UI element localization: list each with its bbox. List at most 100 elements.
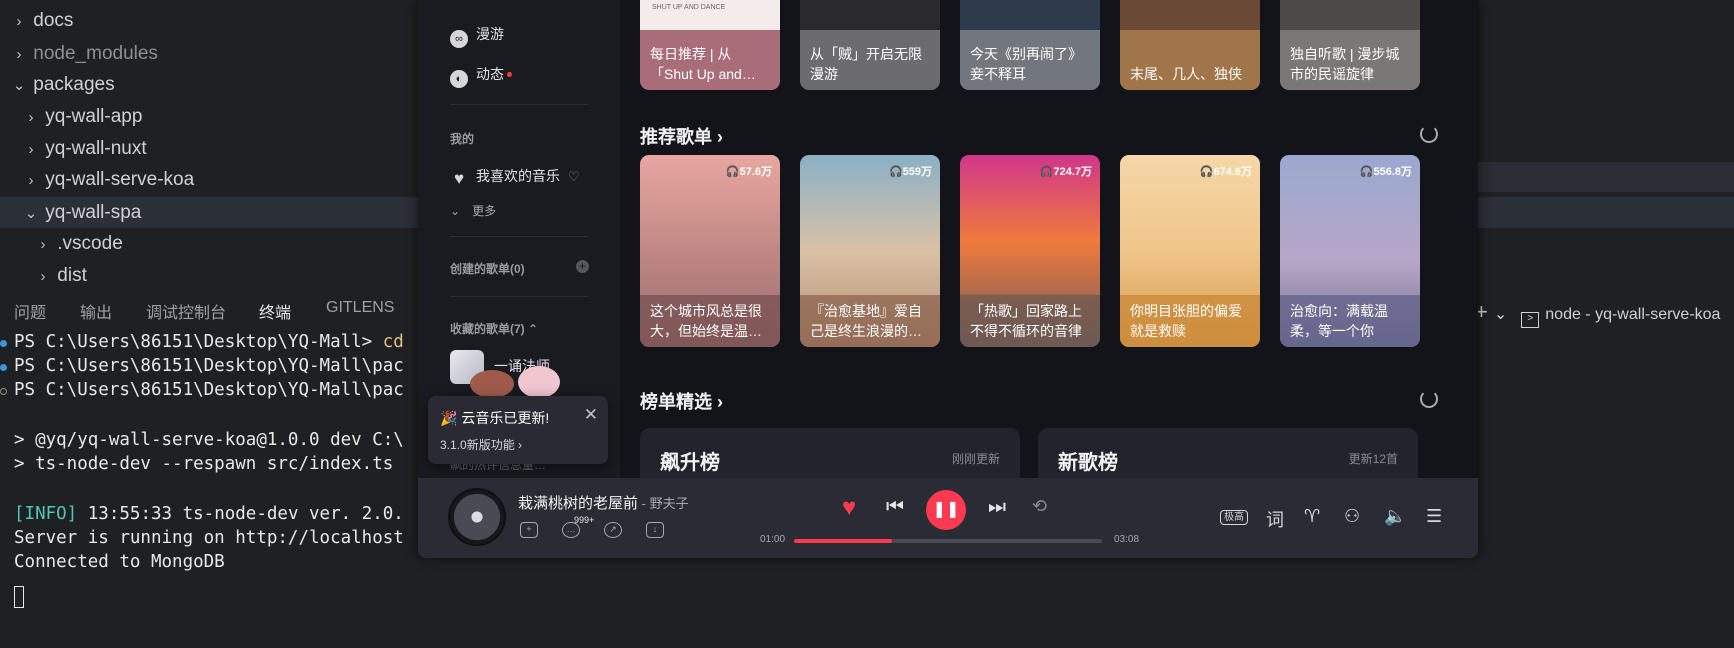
refresh-icon[interactable] bbox=[1420, 125, 1438, 143]
chevron-right-icon: › bbox=[40, 268, 46, 285]
play-count-value: 559万 bbox=[902, 166, 932, 178]
rank-status: 刚刚更新 bbox=[951, 452, 1000, 466]
sidebar-item-label: 漫游 bbox=[476, 26, 504, 42]
chevron-right-icon: › bbox=[28, 109, 34, 126]
rank-title: 飙升榜 bbox=[660, 452, 720, 474]
play-count-value: 724.7万 bbox=[1053, 166, 1092, 178]
divider bbox=[450, 296, 588, 297]
terminal-text: PS C:\Users\86151\Desktop\YQ-Mall> bbox=[14, 332, 383, 352]
tree-item-label: yq-wall-nuxt bbox=[45, 138, 147, 159]
card-caption: 这个城市风总是很大，但始终是温… bbox=[640, 295, 780, 347]
play-count-value: 57.6万 bbox=[739, 166, 772, 178]
quality-badge[interactable]: 极高 bbox=[1220, 510, 1248, 525]
chevron-up-icon: ⌃ bbox=[528, 322, 539, 336]
chevron-down-icon[interactable]: ⌄ bbox=[1494, 306, 1507, 323]
sidebar-item-liked[interactable]: ♥ 我喜欢的音乐 ♡ bbox=[450, 166, 580, 188]
toast-link[interactable]: 3.1.0新版功能 › bbox=[440, 436, 522, 453]
lyrics-button[interactable]: 词 bbox=[1266, 506, 1284, 532]
album-cover[interactable] bbox=[448, 488, 506, 546]
refresh-icon[interactable] bbox=[1420, 390, 1438, 408]
recommend-card[interactable]: 从「贼」开启无限漫游 bbox=[800, 0, 940, 90]
recommend-card[interactable]: SHUT UP AND DANCE 每日推荐 | 从「Shut Up and… bbox=[640, 0, 780, 90]
sidebar-item-roam[interactable]: ∞ 漫游 bbox=[450, 24, 504, 48]
section-title-recommend[interactable]: 推荐歌单 › bbox=[640, 123, 723, 149]
card-caption: 今天《别再闹了》妾不释耳 bbox=[970, 46, 1082, 82]
pause-button[interactable]: ❚❚ bbox=[926, 490, 966, 530]
share-icon[interactable]: ↗ bbox=[604, 522, 622, 538]
listen-together-icon[interactable]: ⚇ bbox=[1344, 506, 1360, 527]
card-caption: 『治愈基地』爱自己是终生浪漫的… bbox=[800, 295, 940, 347]
play-count: 🎧674.6万 bbox=[1199, 166, 1252, 178]
terminal-line: Connected to MongoDB bbox=[14, 552, 225, 572]
sidebar-item-moments[interactable]: ◐ 动态 bbox=[450, 64, 512, 88]
next-icon[interactable]: ⏭ bbox=[988, 496, 1006, 519]
rank-title: 新歌榜 bbox=[1058, 452, 1118, 474]
terminal-name[interactable]: node - yq-wall-serve-koa bbox=[1545, 306, 1720, 323]
playlist-card[interactable]: 🎧724.7万 「热歌」回家路上不得不循环的音律 bbox=[960, 155, 1100, 347]
playlist-queue-icon[interactable]: ☰ bbox=[1426, 506, 1442, 527]
sidebar-more[interactable]: ⌄ 更多 bbox=[450, 202, 496, 219]
like-heart-icon[interactable]: ♥ bbox=[842, 494, 856, 522]
divider bbox=[450, 104, 588, 105]
play-count: 🎧724.7万 bbox=[1039, 166, 1092, 178]
card-caption: 治愈向：满载温柔，等一个你 bbox=[1280, 295, 1420, 347]
tree-item-label: packages bbox=[33, 74, 115, 95]
recommend-card[interactable]: 末尾、几人、独侠 bbox=[1120, 0, 1260, 90]
chevron-right-icon: › bbox=[28, 141, 34, 158]
section-header-created[interactable]: 创建的歌单(0) bbox=[450, 260, 525, 277]
terminal-icon: > bbox=[1521, 312, 1540, 328]
tab-debug-console[interactable]: 调试控制台 bbox=[146, 299, 226, 323]
create-playlist-icon[interactable]: + bbox=[576, 260, 589, 273]
command-success-dot bbox=[0, 340, 7, 347]
tree-item-label: yq-wall-app bbox=[45, 106, 143, 127]
chevron-right-icon: › bbox=[40, 236, 46, 253]
playlist-card[interactable]: 🎧556.8万 治愈向：满载温柔，等一个你 bbox=[1280, 155, 1420, 347]
sidebar-item-label: 更多 bbox=[472, 204, 497, 218]
playlist-card[interactable]: 🎧57.6万 这个城市风总是很大，但始终是温… bbox=[640, 155, 780, 347]
repeat-icon[interactable]: ⟲ bbox=[1032, 496, 1047, 517]
section-header-collected[interactable]: 收藏的歌单(7) ⌃ bbox=[450, 320, 538, 337]
playlist-card[interactable]: 🎧559万 『治愈基地』爱自己是终生浪漫的… bbox=[800, 155, 940, 347]
terminal-toolbar: + ⌄ > node - yq-wall-serve-koa bbox=[1475, 299, 1720, 328]
play-count-value: 556.8万 bbox=[1373, 166, 1412, 178]
music-main-content: SHUT UP AND DANCE 每日推荐 | 从「Shut Up and… … bbox=[620, 0, 1478, 488]
download-icon[interactable]: ↓ bbox=[646, 522, 664, 538]
heartbeat-mode-icon[interactable]: ♡ bbox=[568, 169, 580, 184]
recommend-card[interactable]: 今天《别再闹了》妾不释耳 bbox=[960, 0, 1100, 90]
now-playing[interactable]: 栽满桃树的老屋前 - 野夫子 bbox=[518, 492, 689, 513]
terminal-line: Server is running on http://localhost bbox=[14, 528, 404, 548]
log-level-tag: [INFO] bbox=[14, 504, 78, 524]
progress-fill bbox=[794, 539, 893, 543]
roam-icon: ∞ bbox=[450, 30, 468, 48]
tree-item-label: node_modules bbox=[33, 43, 158, 64]
card-cover-text: SHUT UP AND DANCE bbox=[652, 4, 726, 11]
card-caption: 每日推荐 | 从「Shut Up and… bbox=[650, 46, 756, 82]
terminal-line: PS C:\Users\86151\Desktop\YQ-Mall> cd bbox=[14, 332, 404, 352]
music-app-window: ∞ 漫游 ◐ 动态 我的 ♥ 我喜欢的音乐 ♡ ⌄ 更多 创建的歌单(0) + 收藏的歌单… bbox=[418, 0, 1478, 558]
progress-bar[interactable] bbox=[794, 539, 1102, 543]
tab-output[interactable]: 输出 bbox=[80, 299, 112, 323]
recommend-card[interactable]: 独自听歌 | 漫步城市的民谣旋律 bbox=[1280, 0, 1420, 90]
terminal-cursor bbox=[14, 586, 24, 608]
volume-icon[interactable]: 🔈 bbox=[1384, 506, 1406, 527]
tab-gitlens[interactable]: GITLENS bbox=[326, 299, 394, 317]
tree-item-label: dist bbox=[57, 265, 87, 286]
tree-item-label: yq-wall-spa bbox=[45, 202, 142, 223]
comment-count: 999+ bbox=[574, 515, 595, 525]
sound-effect-icon[interactable]: ♈ bbox=[1304, 506, 1320, 527]
card-caption: 独自听歌 | 漫步城市的民谣旋律 bbox=[1290, 46, 1400, 82]
tab-problems[interactable]: 问题 bbox=[14, 299, 46, 323]
add-to-playlist-icon[interactable]: + bbox=[520, 522, 538, 538]
play-count: 🎧559万 bbox=[888, 166, 932, 178]
tab-terminal[interactable]: 终端 bbox=[259, 299, 292, 329]
chevron-right-icon: › bbox=[28, 172, 34, 189]
section-header-mine: 我的 bbox=[450, 132, 475, 146]
terminal-line: > @yq/yq-wall-serve-koa@1.0.0 dev C:\ bbox=[14, 430, 404, 450]
playlist-card[interactable]: 🎧674.6万 你明目张胆的偏爱就是救赎 bbox=[1120, 155, 1260, 347]
terminal-text: 13:55:33 ts-node-dev ver. 2.0. bbox=[87, 504, 404, 524]
update-toast: 🎉 云音乐已更新! 3.1.0新版功能 › ✕ bbox=[428, 396, 608, 464]
previous-icon[interactable]: ⏮ bbox=[886, 496, 904, 519]
chevron-down-icon: ⌄ bbox=[450, 204, 461, 218]
section-title-charts[interactable]: 榜单精选 › bbox=[640, 388, 723, 414]
close-icon[interactable]: ✕ bbox=[584, 405, 598, 425]
